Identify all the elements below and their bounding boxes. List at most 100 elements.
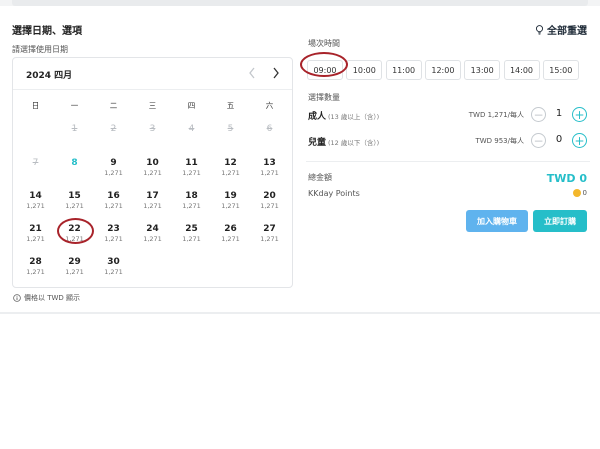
time-slot-button[interactable]: 15:00 [542,60,579,80]
day-price: 1,271 [104,235,123,243]
calendar-day[interactable]: 29 1,271 [55,257,94,281]
next-month-button[interactable] [269,66,283,80]
day-number: 20 [263,191,276,201]
calendar-day: 6 [250,124,289,148]
adult-price: TWD 1,271/每人 [468,111,524,119]
calendar-day: 1 [55,124,94,148]
day-price: 1,271 [182,235,201,243]
calendar-day[interactable]: 12 1,271 [211,158,250,182]
calendar-day[interactable]: 18 1,271 [172,191,211,215]
day-number: 3 [149,124,156,134]
day-number: 30 [107,257,120,267]
calendar-day[interactable]: 16 1,271 [94,191,133,215]
calendar-day[interactable]: 30 1,271 [94,257,133,281]
adult-decrement-button[interactable]: − [531,107,546,122]
time-slot-button[interactable]: 11:00 [385,60,422,80]
day-number: 13 [263,158,276,168]
calendar-day[interactable]: 17 1,271 [133,191,172,215]
weekday-label: 一 [70,101,79,110]
calendar-day[interactable]: 21 1,271 [16,224,55,248]
day-price: 1,271 [104,202,123,210]
calendar-month: 2024 四月 [26,71,73,81]
day-price: 1,271 [65,202,84,210]
book-now-button[interactable]: 立即訂購 [533,210,587,232]
weekday-header: 日一二三四五六 [16,100,291,112]
child-increment-button[interactable]: + [572,133,587,148]
day-number: 29 [68,257,81,267]
calendar-day[interactable]: 15 1,271 [55,191,94,215]
day-number: 11 [185,158,198,168]
day-price: 1,271 [26,202,45,210]
points-value: 0 [572,189,587,197]
points-label: KKday Points [308,189,360,198]
calendar-day[interactable]: 11 1,271 [172,158,211,182]
weekday-label: 四 [187,101,196,110]
calendar-day[interactable]: 14 1,271 [16,191,55,215]
time-slot-button[interactable]: 13:00 [464,60,501,80]
day-number: 12 [224,158,237,168]
day-number: 27 [263,224,276,234]
day-number: 2 [110,124,117,134]
calendar-day[interactable]: 10 1,271 [133,158,172,182]
day-number: 16 [107,191,120,201]
calendar-day[interactable]: 22 1,271 [55,224,94,248]
calendar-day[interactable]: 9 1,271 [94,158,133,182]
day-number: 8 [71,158,78,168]
summary-divider [306,161,590,162]
reset-all-label: 全部重選 [547,26,587,37]
day-price: 1,271 [260,202,279,210]
adult-increment-button[interactable]: + [572,107,587,122]
calendar-day[interactable]: 13 1,271 [250,158,289,182]
calendar-day[interactable]: 23 1,271 [94,224,133,248]
calendar-day[interactable]: 25 1,271 [172,224,211,248]
calendar-day: 4 [172,124,211,148]
child-price: TWD 953/每人 [475,137,524,145]
adult-count: 1 [555,108,563,119]
day-number: 18 [185,191,198,201]
quantity-label: 選擇數量 [308,93,340,102]
day-price: 1,271 [182,169,201,177]
calendar-day[interactable]: 8 [55,158,94,182]
day-price: 1,271 [143,202,162,210]
calendar-day[interactable]: 20 1,271 [250,191,289,215]
calendar-day[interactable]: 24 1,271 [133,224,172,248]
currency-note: 價格以 TWD 顯示 [13,293,80,303]
day-number: 6 [266,124,273,134]
time-slot-button[interactable]: 12:00 [424,60,461,80]
calendar-day[interactable]: 26 1,271 [211,224,250,248]
child-quantity-row: 兒童 (12 歲以下（含）) TWD 953/每人 − 0 + [308,131,588,151]
day-number: 25 [185,224,198,234]
day-price: 1,271 [104,169,123,177]
day-price: 1,271 [260,235,279,243]
calendar-day[interactable]: 19 1,271 [211,191,250,215]
day-price: 1,271 [221,235,240,243]
day-price: 1,271 [65,235,84,243]
prev-month-button[interactable] [245,66,259,80]
day-number: 1 [71,124,78,134]
chevron-right-icon [273,67,279,79]
total-label: 總金額 [308,173,332,182]
info-icon [13,294,21,302]
calendar-day: 3 [133,124,172,148]
points-amount: 0 [582,189,587,197]
day-price: 1,271 [143,235,162,243]
adult-age-note: (13 歲以上（含）) [328,113,380,121]
time-slot-button[interactable]: 10:00 [346,60,383,80]
calendar-header: 2024 四月 [13,58,292,90]
child-decrement-button[interactable]: − [531,133,546,148]
time-slot-button[interactable]: 09:00 [307,60,343,80]
day-price: 1,271 [182,202,201,210]
total-value: TWD 0 [546,172,587,185]
day-number: 22 [68,224,81,234]
calendar-day[interactable]: 28 1,271 [16,257,55,281]
day-price: 1,271 [143,169,162,177]
section-title: 選擇日期、選項 [12,26,82,37]
day-price: 1,271 [104,268,123,276]
calendar-day[interactable]: 27 1,271 [250,224,289,248]
day-price: 1,271 [221,169,240,177]
add-to-cart-button[interactable]: 加入購物車 [466,210,528,232]
child-count: 0 [555,134,563,145]
day-number: 4 [188,124,195,134]
time-slot-button[interactable]: 14:00 [503,60,540,80]
reset-all-button[interactable]: 全部重選 [535,22,587,37]
